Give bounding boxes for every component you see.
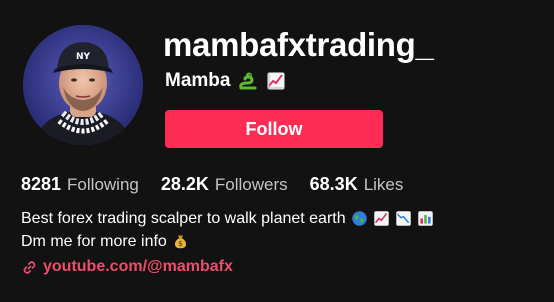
bio-line-1: Best forex trading scalper to walk plane…: [21, 207, 434, 230]
profile-header: NY mambafxtrading_ Mamba Follow 8281 Fol…: [0, 0, 554, 302]
following-label: Following: [67, 175, 139, 194]
link-icon: [22, 260, 37, 275]
bio-text-1: Best forex trading scalper to walk plane…: [21, 210, 346, 227]
money-bag-emoji: $: [172, 233, 189, 250]
nickname-row: Mamba: [165, 68, 286, 94]
bio-text-2: Dm me for more info: [21, 233, 167, 250]
stat-following[interactable]: 8281 Following: [21, 174, 139, 195]
profile-username: mambafxtrading_: [163, 26, 434, 63]
likes-count: 68.3K: [309, 174, 358, 194]
chart-increasing-emoji: [373, 210, 390, 227]
followers-label: Followers: [214, 175, 288, 194]
likes-label: Likes: [363, 175, 404, 194]
profile-nickname: Mamba: [165, 70, 231, 91]
svg-text:$: $: [178, 240, 183, 248]
chart-increasing-emoji: [266, 71, 286, 91]
bar-chart-emoji: [417, 210, 434, 227]
stat-followers[interactable]: 28.2K Followers: [161, 174, 288, 195]
svg-text:NY: NY: [76, 52, 91, 62]
snake-emoji: [238, 71, 258, 91]
globe-emoji: [351, 210, 368, 227]
following-count: 8281: [21, 174, 62, 194]
avatar[interactable]: NY: [23, 25, 143, 145]
stat-likes: 68.3K Likes: [310, 174, 404, 195]
profile-bio: Best forex trading scalper to walk plane…: [21, 207, 434, 253]
chart-decreasing-emoji: [395, 210, 412, 227]
profile-link[interactable]: youtube.com/@mambafx: [22, 258, 233, 276]
follow-button[interactable]: Follow: [165, 110, 383, 148]
profile-link-text[interactable]: youtube.com/@mambafx: [43, 258, 233, 276]
followers-count: 28.2K: [160, 174, 209, 194]
avatar-image: NY: [23, 25, 143, 145]
bio-line-2: Dm me for more info $: [21, 230, 434, 253]
profile-stats: 8281 Following 28.2K Followers 68.3K Lik…: [21, 174, 425, 195]
